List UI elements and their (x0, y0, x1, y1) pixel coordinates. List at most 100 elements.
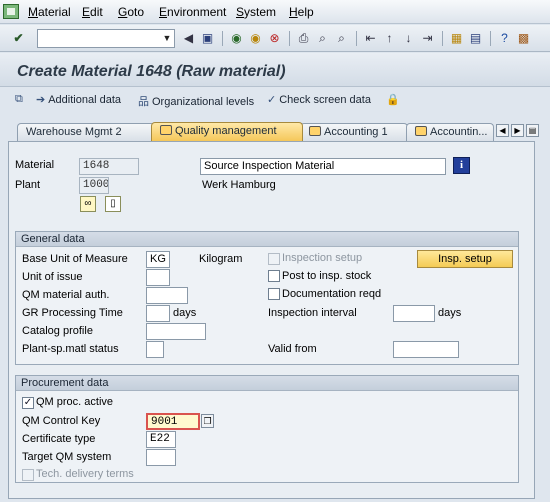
post-to-insp-stock-checkbox[interactable] (268, 270, 280, 282)
plant-field: 1000 (79, 177, 109, 194)
menu-edit[interactable]: Edit (82, 5, 103, 19)
qm-proc-active-label: QM proc. active (36, 396, 114, 408)
material-label: Material (15, 159, 55, 171)
catalog-profile-field[interactable] (146, 323, 206, 340)
help-icon[interactable]: ? (496, 30, 513, 47)
material-field: 1648 (79, 158, 139, 175)
qm-control-key-field[interactable]: 9001 (146, 413, 200, 430)
certificate-type-label: Certificate type (22, 433, 96, 445)
shortcut-icon[interactable]: ▤ (467, 30, 484, 47)
chevron-down-icon[interactable]: ▼ (160, 30, 174, 47)
layout-menu-icon[interactable]: ▩ (515, 30, 532, 47)
toolbar-separator (442, 31, 443, 46)
inspection-setup-label: Inspection setup (282, 252, 363, 264)
insp-setup-button[interactable]: Insp. setup (417, 250, 513, 268)
print-icon[interactable]: ⎙ (295, 30, 312, 47)
gr-processing-time-label: GR Processing Time (22, 307, 123, 319)
info-icon[interactable]: i (453, 157, 470, 174)
save-icon[interactable]: ▣ (199, 30, 216, 47)
gr-processing-time-unit: days (173, 307, 197, 319)
menu-system[interactable]: System (236, 5, 276, 19)
enter-icon[interactable]: ✔ (10, 30, 27, 47)
gr-processing-time-field[interactable] (146, 305, 170, 322)
material-description-field[interactable]: Source Inspection Material (200, 158, 446, 175)
find-icon[interactable]: ⌕ (314, 30, 331, 47)
unit-of-issue-label: Unit of issue (22, 271, 83, 283)
inspection-interval-field[interactable] (393, 305, 435, 322)
qm-material-auth-label: QM material auth. (22, 289, 110, 301)
certificate-type-field[interactable]: E22 (146, 431, 176, 448)
tab-icon (415, 126, 427, 136)
base-uom-text: Kilogram (199, 253, 243, 265)
org-levels-button[interactable]: 品 Organizational levels (138, 93, 254, 109)
page-title: Create Material 1648 (Raw material) (17, 63, 286, 80)
tab-list-icon[interactable]: ▤ (526, 124, 539, 137)
tab-icon (160, 125, 172, 135)
menu-material[interactable]: Material (28, 5, 71, 19)
procurement-data-title: Procurement data (16, 376, 518, 391)
toolbar-separator (490, 31, 491, 46)
menu-bar: Material Edit Goto Environment System He… (0, 0, 550, 24)
qm-proc-active-checkbox[interactable]: ✓ (22, 397, 34, 409)
first-page-icon[interactable]: ⇤ (362, 30, 379, 47)
menu-goto[interactable]: Goto (118, 5, 144, 19)
check-icon: ✓ (267, 94, 277, 106)
base-uom-label: Base Unit of Measure (22, 253, 128, 265)
hierarchy-icon: 品 (138, 96, 149, 108)
back-arrow-icon[interactable]: ◀ (180, 30, 197, 47)
back-icon[interactable]: ◉ (228, 30, 245, 47)
prev-page-icon[interactable]: ↑ (381, 30, 398, 47)
command-field[interactable]: ▼ (37, 29, 175, 48)
unit-of-issue-field[interactable] (146, 269, 170, 286)
check-screen-data-button[interactable]: ✓ Check screen data (267, 93, 371, 106)
lock-icon[interactable]: 🔒 (386, 93, 403, 106)
views-icon[interactable]: ⧉ (15, 93, 26, 106)
tab-scroll-left-icon[interactable]: ◀ (496, 124, 509, 137)
tech-delivery-terms-checkbox (22, 469, 34, 481)
tab-accounting-1[interactable]: Accounting 1 (300, 123, 408, 141)
next-page-icon[interactable]: ↓ (400, 30, 417, 47)
base-uom-field[interactable]: KG (146, 251, 170, 268)
tab-content-quality-management: Material 1648 Source Inspection Material… (8, 141, 535, 499)
toolbar-separator (222, 31, 223, 46)
application-toolbar: ⧉ ➔ Additional data 品 Organizational level… (0, 88, 550, 112)
new-session-icon[interactable]: ▦ (448, 30, 465, 47)
tab-scroll-right-icon[interactable]: ▶ (511, 124, 524, 137)
documentation-reqd-checkbox[interactable] (268, 288, 280, 300)
target-qm-system-label: Target QM system (22, 451, 112, 463)
standard-toolbar: ✔ ▼ ◀ ▣ ◉ ◉ ⊗ ⎙ ⌕ ⌕ ⇤ ↑ ↓ ⇥ ▦ ▤ ? ▩ (0, 25, 550, 52)
tab-icon (309, 126, 321, 136)
inspection-setup-checkbox (268, 253, 280, 265)
cancel-icon[interactable]: ⊗ (266, 30, 283, 47)
arrow-right-icon: ➔ (36, 94, 46, 106)
documentation-reqd-label: Documentation reqd (282, 288, 382, 300)
find-next-icon[interactable]: ⌕ (333, 30, 350, 47)
qm-material-auth-field[interactable] (146, 287, 188, 304)
procurement-data-group: Procurement data ✓ QM proc. active QM Co… (15, 375, 519, 483)
tab-accounting-2[interactable]: Accountin... (406, 123, 494, 141)
menu-environment[interactable]: Environment (159, 5, 226, 19)
inspection-interval-unit: days (438, 307, 462, 319)
document-icon[interactable]: ▯ (105, 196, 121, 212)
toolbar-separator (356, 31, 357, 46)
menu-help[interactable]: Help (289, 5, 314, 19)
tab-quality-management[interactable]: Quality management (151, 122, 303, 141)
toolbar-separator (289, 31, 290, 46)
plant-status-label: Plant-sp.matl status (22, 343, 119, 355)
catalog-profile-label: Catalog profile (22, 325, 93, 337)
additional-data-button[interactable]: ➔ Additional data (36, 93, 121, 106)
general-data-group: General data Base Unit of Measure KG Kil… (15, 231, 519, 365)
search-help-icon[interactable]: ❐ (201, 414, 214, 428)
valid-from-label: Valid from (268, 343, 317, 355)
system-menu-icon[interactable] (3, 4, 19, 19)
title-bar: Create Material 1648 (Raw material) (0, 53, 550, 87)
qm-control-key-label: QM Control Key (22, 415, 101, 427)
valid-from-field[interactable] (393, 341, 459, 358)
glasses-icon[interactable]: ∞ (80, 196, 96, 212)
tab-warehouse-mgmt-2[interactable]: Warehouse Mgmt 2 (17, 123, 155, 141)
exit-icon[interactable]: ◉ (247, 30, 264, 47)
plant-status-field[interactable] (146, 341, 164, 358)
plant-label: Plant (15, 179, 41, 191)
target-qm-system-field[interactable] (146, 449, 176, 466)
last-page-icon[interactable]: ⇥ (419, 30, 436, 47)
